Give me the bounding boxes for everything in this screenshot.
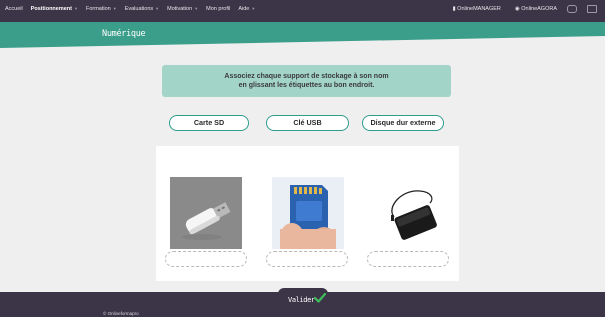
nav-item-aide[interactable]: Aide ▼ — [238, 6, 255, 12]
external-hard-drive-image — [372, 177, 444, 249]
onlineagora-link[interactable]: ◉ OnlineAGORA — [515, 6, 557, 12]
nav-item-motivation[interactable]: Motivation ▼ — [167, 6, 198, 12]
banner-shape — [0, 22, 605, 48]
chat-icon[interactable] — [567, 5, 577, 13]
onlinemanager-link[interactable]: ▮ OnlineMANAGER — [453, 6, 501, 12]
chevron-down-icon: ▼ — [74, 6, 78, 11]
chevron-down-icon: ▼ — [112, 6, 117, 11]
page-title: Numérique — [102, 29, 146, 39]
checkmark-icon — [314, 292, 326, 303]
external-hard-drive-photo-icon — [372, 177, 444, 249]
usb-key-image — [170, 177, 242, 249]
main-menu: Accueil Positionnement ▼ Formation ▼ Evalu… — [5, 6, 263, 12]
drop-zone-usb[interactable] — [165, 251, 247, 267]
valider-label: Valider — [288, 296, 315, 304]
label-disque-dur-externe[interactable]: Disque dur externe — [362, 115, 444, 131]
nav-item-positionnement[interactable]: Positionnement ▼ — [31, 6, 78, 12]
label-carte-sd[interactable]: Carte SD — [169, 115, 249, 131]
instruction-line-1: Associez chaque support de stockage à so… — [224, 73, 389, 80]
sd-card-image — [272, 177, 344, 249]
instruction-box: Associez chaque support de stockage à so… — [162, 65, 451, 97]
sd-card-photo-icon — [272, 177, 344, 249]
instruction-line-2: en glissant les étiquettes au bon endroi… — [238, 82, 375, 89]
copyright-text: © Onlineformapro — [103, 311, 139, 316]
chart-icon: ▮ — [452, 6, 456, 12]
top-navigation-bar: Accueil Positionnement ▼ Formation ▼ Evalu… — [0, 0, 605, 22]
drop-zone-sd[interactable] — [266, 251, 348, 267]
top-right-links: ▮ OnlineMANAGER ◉ OnlineAGORA — [439, 5, 597, 13]
nav-item-evaluations[interactable]: Evaluations ▼ — [125, 6, 159, 12]
exercise-card — [156, 146, 459, 281]
chevron-down-icon: ▼ — [155, 6, 160, 11]
community-icon: ◉ — [514, 6, 520, 12]
nav-item-formation[interactable]: Formation ▼ — [86, 6, 117, 12]
page-banner: Numérique — [0, 22, 605, 52]
nav-item-accueil[interactable]: Accueil — [5, 6, 23, 12]
label-cle-usb[interactable]: Clé USB — [266, 115, 349, 131]
valider-button[interactable]: Valider — [278, 288, 328, 310]
nav-item-mon-profil[interactable]: Mon profil — [206, 6, 230, 12]
chevron-down-icon: ▼ — [194, 6, 199, 11]
mail-icon[interactable] — [587, 5, 597, 13]
usb-key-photo-icon — [170, 177, 242, 249]
chevron-down-icon: ▼ — [251, 6, 256, 11]
drop-zone-drive[interactable] — [367, 251, 449, 267]
